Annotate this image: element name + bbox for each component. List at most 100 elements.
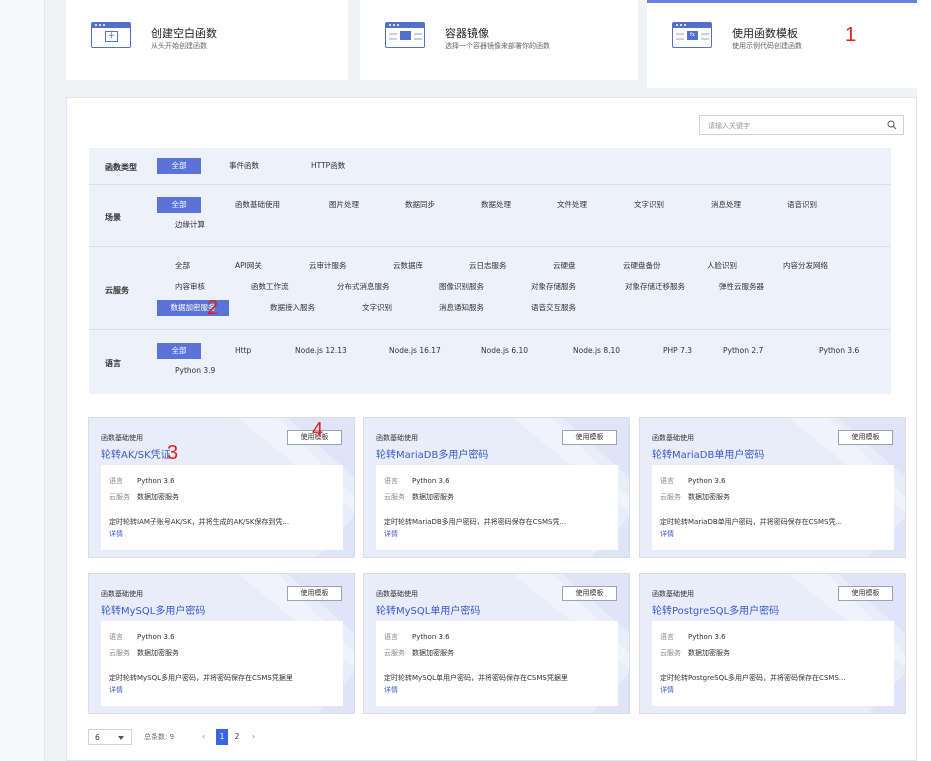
filter-option[interactable]: 数据加密服务 — [157, 300, 229, 316]
annotation-number-1: 1 — [845, 24, 857, 46]
filter-row-function-type: 函数类型 全部 事件函数 HTTP函数 — [89, 148, 891, 185]
page-1-button[interactable]: 1 — [216, 729, 228, 745]
filter-option[interactable]: Node.js 8.10 — [573, 343, 620, 359]
service-key: 云服务 — [109, 649, 130, 657]
filter-option[interactable]: PHP 7.3 — [663, 343, 692, 359]
card-detail-link[interactable]: 详情 — [109, 529, 123, 539]
card-detail-link[interactable]: 详情 — [384, 685, 398, 695]
filter-option[interactable]: 文字识别 — [634, 197, 664, 213]
card-detail-link[interactable]: 详情 — [660, 529, 674, 539]
filter-option[interactable]: 对象存储迁移服务 — [625, 279, 685, 295]
filter-row-language: 语言 全部 Http Node.js 12.13 Node.js 16.17 N… — [89, 330, 891, 394]
filter-option[interactable]: HTTP函数 — [311, 158, 345, 174]
card-service-row: 云服务 数据加密服务 — [660, 492, 730, 502]
filter-option[interactable]: 人脸识别 — [707, 258, 737, 274]
filter-option[interactable]: API网关 — [235, 258, 262, 274]
filter-option[interactable]: 云审计服务 — [309, 258, 347, 274]
use-template-button[interactable]: 使用模板 — [838, 586, 893, 601]
filter-option[interactable]: 云日志服务 — [469, 258, 507, 274]
tab-create-blank-function[interactable]: + 创建空白函数 从头开始创建函数 — [66, 0, 348, 80]
tab-use-function-template[interactable]: fx 使用函数模板 使用示例代码创建函数 — [647, 0, 917, 88]
card-service-row: 云服务 数据加密服务 — [384, 492, 454, 502]
template-card[interactable]: 函数基础使用 轮转PostgreSQL多用户密码 使用模板 语言 Python 3.6 云… — [639, 573, 906, 714]
search-icon[interactable] — [887, 120, 897, 130]
filter-option[interactable]: 数据处理 — [481, 197, 511, 213]
next-page-button[interactable]: › — [252, 732, 255, 741]
search-input[interactable]: 请输入关键字 — [699, 115, 904, 135]
page-size-select[interactable]: 6 — [88, 729, 132, 745]
filter-option[interactable]: 事件函数 — [229, 158, 259, 174]
filter-option[interactable]: 云硬盘备份 — [623, 258, 661, 274]
filter-option[interactable]: 图像识别服务 — [439, 279, 484, 295]
tab-title: 创建空白函数 — [151, 27, 217, 40]
tab-subtitle: 使用示例代码创建函数 — [732, 42, 802, 50]
card-detail-link[interactable]: 详情 — [384, 529, 398, 539]
filter-option[interactable]: 消息通知服务 — [439, 300, 484, 316]
filter-option[interactable]: 语音识别 — [787, 197, 817, 213]
filter-option[interactable]: 函数基础使用 — [235, 197, 280, 213]
use-template-button[interactable]: 使用模板 — [562, 586, 617, 601]
filter-label: 函数类型 — [105, 163, 137, 172]
page-2-button[interactable]: 2 — [231, 729, 243, 745]
card-service-row: 云服务 数据加密服务 — [384, 648, 454, 658]
filter-option[interactable]: Python 3.6 — [819, 343, 859, 359]
use-template-button[interactable]: 使用模板 — [287, 586, 342, 601]
filter-option[interactable]: 云硬盘 — [553, 258, 576, 274]
service-key: 云服务 — [660, 649, 681, 657]
filter-option[interactable]: Node.js 16.17 — [389, 343, 441, 359]
annotation-number-4: 4 — [312, 419, 324, 441]
card-title: 轮转AK/SK凭证 — [101, 450, 171, 461]
card-details: 语言 Python 3.6 云服务 数据加密服务 定时轮转IAM子账号AK/SK，并将生… — [101, 465, 343, 550]
card-detail-link[interactable]: 详情 — [660, 685, 674, 695]
filter-label: 云服务 — [105, 286, 129, 295]
filter-option[interactable]: 文字识别 — [362, 300, 392, 316]
template-card[interactable]: 函数基础使用 轮转MariaDB单用户密码 使用模板 语言 Python 3.6 云服务数… — [639, 417, 906, 558]
filter-option[interactable]: 数据接入服务 — [270, 300, 315, 316]
filter-option[interactable]: Python 2.7 — [723, 343, 763, 359]
use-template-button[interactable]: 使用模板 — [562, 430, 617, 445]
filter-option[interactable]: 全部 — [175, 258, 190, 274]
filter-option[interactable]: 文件处理 — [557, 197, 587, 213]
service-value: 数据加密服务 — [412, 649, 454, 657]
filter-option[interactable]: Http — [235, 343, 251, 359]
chevron-down-icon — [118, 736, 124, 740]
filter-option[interactable]: 数据同步 — [405, 197, 435, 213]
filter-option[interactable]: Node.js 6.10 — [481, 343, 528, 359]
card-language-row: 语言 Python 3.6 — [660, 476, 726, 486]
filter-option[interactable]: 内容分发网络 — [783, 258, 828, 274]
template-card[interactable]: 函数基础使用 轮转MySQL单用户密码 使用模板 语言 Python 3.6 云服务 数据加… — [363, 573, 630, 714]
left-sidebar-strip — [0, 0, 45, 761]
filter-option[interactable]: 图片处理 — [329, 197, 359, 213]
filter-option[interactable]: 弹性云服务器 — [719, 279, 764, 295]
annotation-number-3: 3 — [167, 442, 179, 464]
tab-container-image[interactable]: 容器镜像 选择一个容器镜像来部署你的函数 — [360, 0, 638, 80]
service-value: 数据加密服务 — [688, 493, 730, 501]
filter-option[interactable]: Python 3.9 — [175, 363, 215, 379]
annotation-number-2: 2 — [207, 297, 219, 319]
tab-subtitle: 从头开始创建函数 — [151, 42, 207, 50]
service-key: 云服务 — [384, 649, 405, 657]
card-detail-link[interactable]: 详情 — [109, 685, 123, 695]
template-card[interactable]: 函数基础使用 轮转MariaDB多用户密码 使用模板 语言 Python 3.6 云服务数… — [363, 417, 630, 558]
language-value: Python 3.6 — [688, 633, 726, 641]
filter-label: 语言 — [105, 359, 121, 368]
filter-option[interactable]: 对象存储服务 — [531, 279, 576, 295]
prev-page-button[interactable]: ‹ — [202, 732, 205, 741]
filter-option[interactable]: 内容审核 — [175, 279, 205, 295]
filter-option[interactable]: 语音交互服务 — [531, 300, 576, 316]
filter-option[interactable]: 全部 — [157, 197, 201, 213]
template-card[interactable]: 函数基础使用 轮转MySQL多用户密码 使用模板 语言 Python 3.6 云服务 数据加… — [88, 573, 355, 714]
filter-option[interactable]: 函数工作流 — [251, 279, 289, 295]
total-count: 总条数: 9 — [144, 733, 175, 741]
filter-option[interactable]: Node.js 12.13 — [295, 343, 347, 359]
filter-option[interactable]: 全部 — [157, 343, 201, 359]
card-details: 语言 Python 3.6 云服务 数据加密服务 定时轮转MariaDB单用户密码，并将… — [652, 465, 894, 550]
card-language-row: 语言 Python 3.6 — [384, 476, 450, 486]
filter-option[interactable]: 边缘计算 — [175, 217, 205, 233]
use-template-button[interactable]: 使用模板 — [838, 430, 893, 445]
filter-option[interactable]: 消息处理 — [711, 197, 741, 213]
filter-option[interactable]: 分布式消息服务 — [337, 279, 390, 295]
filter-option[interactable]: 云数据库 — [393, 258, 423, 274]
filter-option[interactable]: 全部 — [157, 158, 201, 174]
blank-function-icon: + — [91, 22, 131, 48]
